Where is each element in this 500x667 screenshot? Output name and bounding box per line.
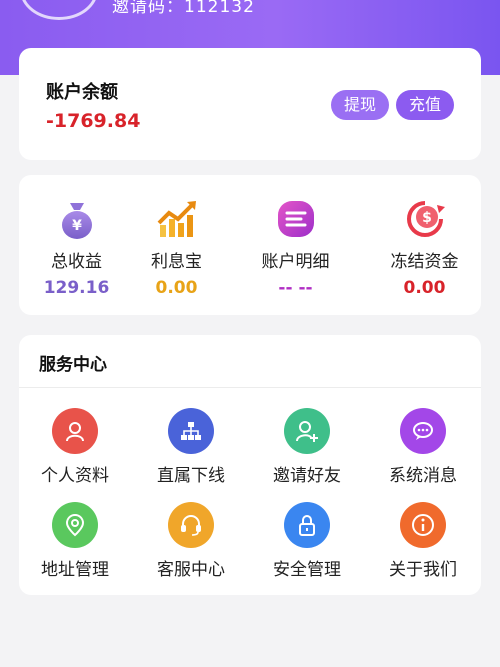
message-icon bbox=[400, 408, 446, 454]
service-direct-downline[interactable]: 直属下线 bbox=[133, 408, 249, 486]
location-icon bbox=[52, 502, 98, 548]
service-label: 关于我们 bbox=[389, 560, 457, 580]
service-label: 直属下线 bbox=[157, 466, 225, 486]
divider bbox=[19, 387, 481, 388]
stat-value: -- -- bbox=[278, 278, 313, 298]
stat-value: 0.00 bbox=[403, 278, 446, 298]
recharge-button[interactable]: 充值 bbox=[396, 90, 454, 120]
stat-label: 冻结资金 bbox=[390, 252, 459, 272]
trend-up-icon bbox=[157, 201, 196, 237]
service-personal-info[interactable]: 个人资料 bbox=[17, 408, 133, 486]
stat-label: 账户明细 bbox=[261, 252, 330, 272]
service-center-card: 服务中心 个人资料 直属下线 邀请好友 系统消息 地址管理 客服中心 安全管理 … bbox=[19, 335, 481, 595]
service-center-title: 服务中心 bbox=[39, 355, 107, 375]
service-address-management[interactable]: 地址管理 bbox=[17, 502, 133, 580]
info-icon bbox=[400, 502, 446, 548]
lock-icon bbox=[284, 502, 330, 548]
stat-label: 利息宝 bbox=[151, 252, 202, 272]
service-system-messages[interactable]: 系统消息 bbox=[365, 408, 481, 486]
stats-card: ¥ 总收益 129.16 利息宝 0.00 账户明细 -- -- $ 冻结资金 … bbox=[19, 175, 481, 315]
service-label: 个人资料 bbox=[41, 466, 109, 486]
invite-code: 邀请码：112132 bbox=[112, 0, 255, 17]
stat-value: 0.00 bbox=[155, 278, 198, 298]
avatar[interactable] bbox=[20, 0, 98, 20]
money-bag-icon: ¥ bbox=[61, 203, 92, 239]
service-label: 系统消息 bbox=[389, 466, 457, 486]
headset-icon bbox=[168, 502, 214, 548]
service-label: 邀请好友 bbox=[273, 466, 341, 486]
user-icon bbox=[52, 408, 98, 454]
frozen-funds-icon: $ bbox=[406, 201, 445, 237]
stat-value: 129.16 bbox=[43, 278, 110, 298]
hierarchy-icon bbox=[168, 408, 214, 454]
stat-interest[interactable]: 利息宝 0.00 bbox=[119, 175, 234, 298]
service-label: 安全管理 bbox=[273, 560, 341, 580]
service-invite-friends[interactable]: 邀请好友 bbox=[249, 408, 365, 486]
service-customer-service[interactable]: 客服中心 bbox=[133, 502, 249, 580]
balance-label: 账户余额 bbox=[46, 82, 118, 103]
balance-card: 账户余额 -1769.84 提现 充值 bbox=[19, 48, 481, 160]
svg-text:¥: ¥ bbox=[72, 218, 82, 234]
service-security-management[interactable]: 安全管理 bbox=[249, 502, 365, 580]
service-label: 客服中心 bbox=[157, 560, 225, 580]
svg-text:$: $ bbox=[422, 210, 432, 226]
account-detail-icon bbox=[277, 201, 314, 237]
withdraw-button[interactable]: 提现 bbox=[331, 90, 389, 120]
service-about-us[interactable]: 关于我们 bbox=[365, 502, 481, 580]
stat-frozen-funds[interactable]: $ 冻结资金 0.00 bbox=[367, 175, 482, 298]
add-user-icon bbox=[284, 408, 330, 454]
stat-account-detail[interactable]: 账户明细 -- -- bbox=[238, 175, 353, 298]
service-label: 地址管理 bbox=[41, 560, 109, 580]
balance-value: -1769.84 bbox=[46, 110, 141, 132]
stat-label: 总收益 bbox=[51, 252, 102, 272]
stat-total-income[interactable]: ¥ 总收益 129.16 bbox=[19, 175, 134, 298]
